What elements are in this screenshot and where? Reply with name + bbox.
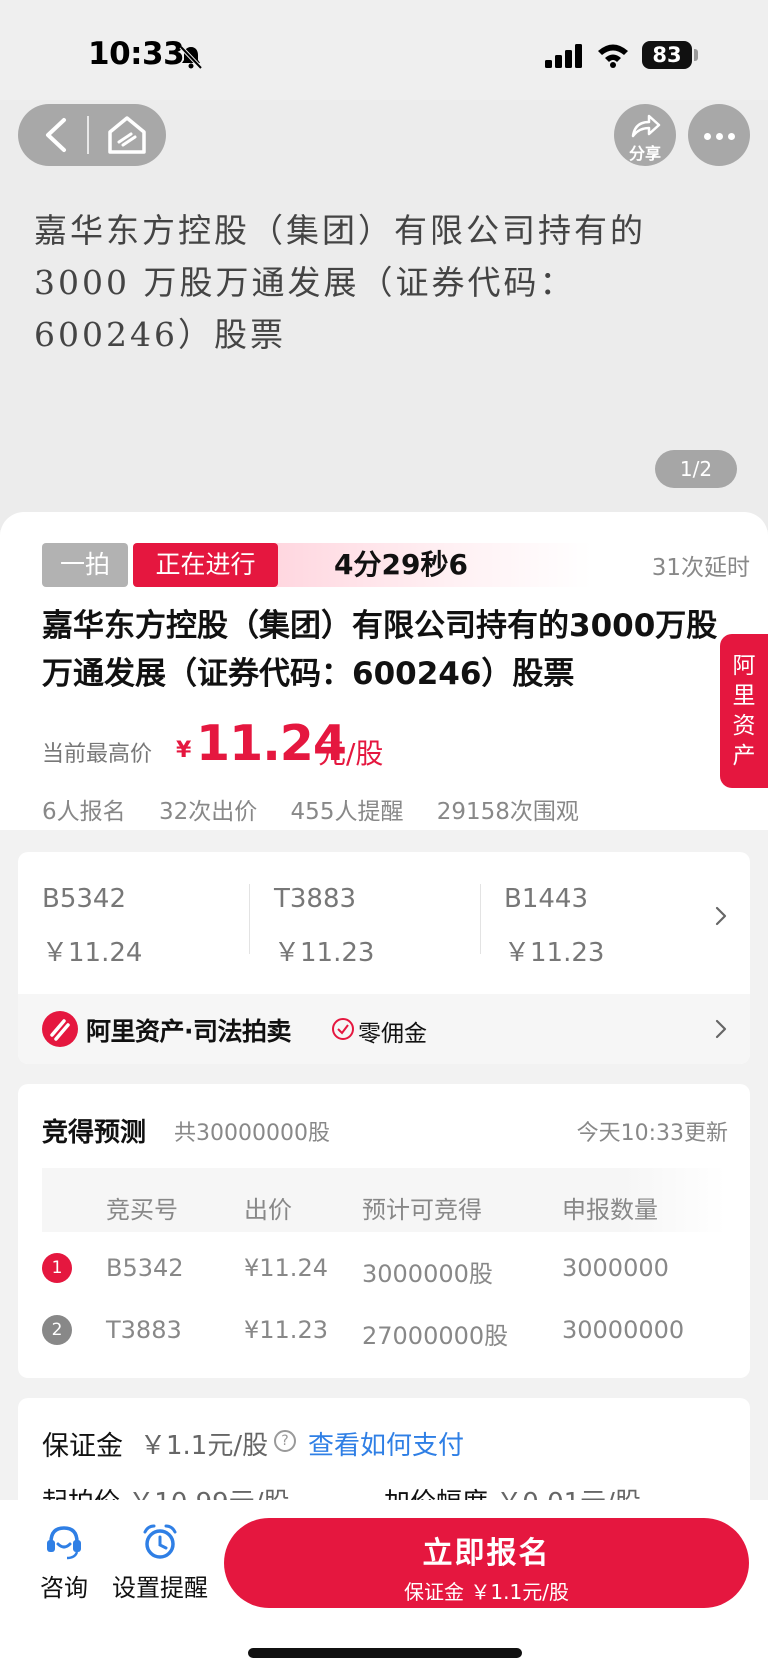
- customer-service-icon: [47, 1526, 81, 1560]
- row-bidder-code: B5342: [106, 1254, 184, 1282]
- row-bidder-code: T3883: [106, 1316, 182, 1344]
- stat-reminders: 455人提醒: [290, 799, 404, 825]
- bidder-divider: [480, 884, 481, 954]
- brand-strip[interactable]: 阿里资产·司法拍卖 零佣金: [18, 994, 750, 1064]
- bell-muted-icon: [179, 45, 203, 70]
- prediction-updated: 今天10:33更新: [576, 1121, 728, 1146]
- home-icon[interactable]: [104, 112, 150, 158]
- header-expected: 预计可竞得: [362, 1196, 482, 1224]
- row-bid: ¥11.23: [244, 1316, 328, 1344]
- zero-commission-badge: 零佣金: [358, 1021, 427, 1047]
- header-declared: 申报数量: [562, 1196, 658, 1224]
- row-declared: 3000000: [562, 1254, 669, 1282]
- header-bidder-code: 竞买号: [106, 1196, 178, 1224]
- side-tab-char: 阿: [732, 653, 756, 679]
- deposit-label: 保证金: [42, 1431, 123, 1462]
- bidder-code: T3883: [274, 884, 357, 914]
- row-bid: ¥11.24: [244, 1254, 328, 1282]
- auction-title: 嘉华东方控股（集团）有限公司持有的3000万股万通发展（证券代码：600246）…: [42, 608, 718, 692]
- home-indicator: [248, 1648, 522, 1658]
- stat-views: 29158次围观: [436, 799, 579, 825]
- status-time: 10:33: [88, 36, 185, 72]
- side-tab-char: 里: [732, 683, 756, 709]
- share-label: 分享: [628, 144, 661, 163]
- row-expected: 27000000股: [362, 1322, 509, 1350]
- row-expected: 3000000股: [362, 1260, 493, 1288]
- hero-caption: 嘉华东方控股（集团）有限公司持有的 3000 万股万通发展（证券代码：60024…: [34, 211, 646, 354]
- more-dot-icon: [704, 133, 711, 140]
- bidder-price: ￥11.24: [42, 938, 143, 968]
- chevron-right-icon: [715, 1019, 727, 1039]
- row-declared: 30000000: [562, 1316, 685, 1344]
- image-page-indicator: 1/2: [655, 450, 737, 488]
- ali-assets-side-tab[interactable]: 阿 里 资 产: [720, 634, 768, 788]
- more-options-button[interactable]: [688, 104, 750, 166]
- share-icon: [631, 114, 661, 138]
- cta-main-label: 立即报名: [422, 1536, 551, 1571]
- alarm-clock-icon: [143, 1524, 177, 1559]
- consult-button[interactable]: 咨询: [36, 1522, 92, 1603]
- top-bidders-card[interactable]: B5342 ￥11.24 T3883 ￥11.23 B1443 ￥11.23 阿…: [18, 852, 750, 1064]
- price-unit: 元/股: [318, 737, 384, 770]
- side-tab-char: 资: [732, 713, 756, 739]
- battery-tip: [694, 49, 698, 61]
- battery-level: 83: [642, 41, 692, 69]
- row-fade: [698, 1250, 738, 1290]
- brand-name: 阿里资产·司法拍卖: [86, 1017, 292, 1046]
- rank-badge: 1: [42, 1253, 72, 1283]
- status-tag: 正在进行: [133, 543, 278, 587]
- cta-deposit-label: 保证金 ￥1.1元/股: [404, 1580, 569, 1604]
- chevron-right-icon: [715, 906, 727, 926]
- countdown-timer: 4分29秒6: [334, 548, 468, 581]
- bidder-code: B1443: [504, 884, 589, 914]
- status-bar: 10:33 83: [0, 0, 768, 100]
- side-tab-char: 产: [732, 743, 756, 769]
- row-fade: [698, 1312, 738, 1352]
- register-now-button[interactable]: 立即报名 保证金 ￥1.1元/股: [224, 1518, 749, 1608]
- cellular-signal-icon: [545, 44, 582, 68]
- nav-divider: [87, 116, 89, 154]
- winning-prediction-card: 竞得预测 共30000000股 今天10:33更新 竞买号 出价 预计可竞得 申…: [18, 1084, 750, 1378]
- price-currency: ¥: [176, 738, 192, 763]
- wifi-icon: [598, 44, 628, 68]
- more-dot-icon: [728, 133, 735, 140]
- stat-bids: 32次出价: [158, 799, 258, 825]
- consult-label: 咨询: [40, 1574, 88, 1602]
- bidder-code: B5342: [42, 884, 127, 914]
- help-icon[interactable]: ?: [274, 1430, 296, 1452]
- deposit-value: ￥1.1元/股: [140, 1431, 269, 1461]
- how-to-pay-link[interactable]: 查看如何支付: [308, 1425, 464, 1462]
- price-label: 当前最高价: [42, 742, 153, 767]
- bidder-price: ￥11.23: [504, 938, 605, 968]
- bidder-divider: [249, 884, 250, 954]
- delay-count: 31次延时: [651, 555, 750, 581]
- share-button[interactable]: 分享: [614, 104, 676, 166]
- auction-stats: 6人报名 32次出价 455人提醒 29158次围观: [42, 792, 605, 826]
- header-bid: 出价: [244, 1196, 292, 1224]
- check-circle-icon: [332, 1018, 354, 1040]
- ali-assets-logo-icon: [42, 1011, 78, 1047]
- stat-signups: 6人报名: [42, 799, 126, 825]
- bottom-action-bar: 咨询 设置提醒 立即报名 保证金 ￥1.1元/股: [0, 1500, 768, 1669]
- bidder-price: ￥11.23: [274, 938, 375, 968]
- rank-badge: 2: [42, 1315, 72, 1345]
- prediction-total: 共30000000股: [174, 1121, 330, 1146]
- back-arrow-icon[interactable]: [38, 116, 74, 154]
- more-dot-icon: [716, 133, 723, 140]
- reminder-label: 设置提醒: [112, 1574, 208, 1602]
- prediction-title: 竞得预测: [42, 1118, 147, 1148]
- round-tag: 一拍: [42, 543, 128, 587]
- set-reminder-button[interactable]: 设置提醒: [110, 1522, 210, 1603]
